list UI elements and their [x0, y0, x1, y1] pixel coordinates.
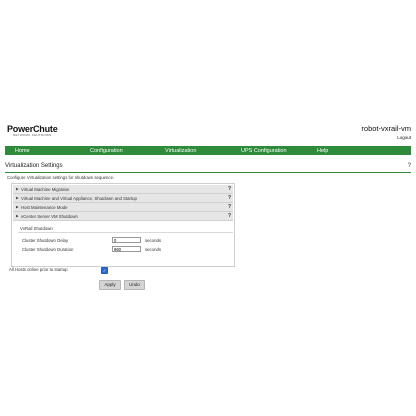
logout-link[interactable]: Logout	[397, 135, 411, 140]
accordion-label: Virtual Machine Migration	[21, 186, 70, 192]
cluster-shutdown-delay-label: Cluster Shutdown Delay	[22, 238, 69, 243]
vxrail-shutdown-label: VxRail Shutdown	[20, 225, 53, 231]
nav-configuration[interactable]: Configuration	[90, 148, 123, 154]
page-intro: Configure Virtualization settings for sh…	[7, 175, 115, 180]
page-title-bar: Virtualization Settings ?	[5, 163, 411, 173]
cluster-shutdown-delay-input[interactable]	[112, 237, 141, 243]
nav-virtualization[interactable]: Virtualization	[165, 148, 196, 154]
accordion-label: vCenter Server VM Shutdown	[21, 213, 78, 219]
accordion-label: Host Maintenance Mode	[21, 204, 68, 210]
accordion-host-maintenance[interactable]: ▶ Host Maintenance Mode ?	[13, 203, 233, 212]
powerchute-logo: PowerChute NETWORK SHUTDOWN	[7, 124, 58, 137]
delay-unit: seconds	[145, 238, 162, 243]
apply-button[interactable]: Apply	[99, 280, 121, 290]
help-icon[interactable]: ?	[228, 195, 231, 201]
expand-arrow-icon: ▶	[16, 213, 19, 218]
page-help-icon[interactable]: ?	[408, 163, 411, 169]
virtualization-panel: ▶ Virtual Machine Migration ? ▶ Virtual …	[11, 183, 235, 267]
nav-ups-configuration[interactable]: UPS Configuration	[241, 148, 287, 154]
expand-arrow-icon: ▶	[16, 195, 19, 200]
accordion-label: Virtual Machine and Virtual Appliance, S…	[21, 195, 137, 201]
accordion-vcenter-shutdown[interactable]: ▶ vCenter Server VM Shutdown ?	[13, 212, 233, 221]
page-title: Virtualization Settings	[5, 163, 63, 169]
cluster-shutdown-duration-input[interactable]	[112, 246, 141, 252]
nav-home[interactable]: Home	[15, 148, 30, 154]
logo-subtext: NETWORK SHUTDOWN	[13, 133, 52, 137]
all-hosts-online-label: All Hosts online prior to startup	[9, 267, 68, 272]
expand-arrow-icon: ▶	[16, 204, 19, 209]
duration-unit: seconds	[145, 247, 162, 252]
accordion-vm-shutdown-startup[interactable]: ▶ Virtual Machine and Virtual Appliance,…	[13, 194, 233, 203]
vxrail-shutdown-heading: VxRail Shutdown	[18, 224, 233, 233]
nav-help[interactable]: Help	[317, 148, 328, 154]
help-icon[interactable]: ?	[228, 186, 231, 192]
cluster-shutdown-duration-label: Cluster Shutdown Duration	[22, 247, 74, 252]
hostname: robot-vxrail-vm	[361, 124, 411, 133]
expand-arrow-icon: ▶	[16, 186, 19, 191]
help-icon[interactable]: ?	[228, 213, 231, 219]
accordion-vm-migration[interactable]: ▶ Virtual Machine Migration ?	[13, 185, 233, 194]
main-navbar: Home Configuration Virtualization UPS Co…	[5, 146, 411, 155]
undo-button[interactable]: Undo	[124, 280, 145, 290]
help-icon[interactable]: ?	[228, 204, 231, 210]
all-hosts-online-checkbox[interactable]: ✓	[101, 267, 108, 274]
